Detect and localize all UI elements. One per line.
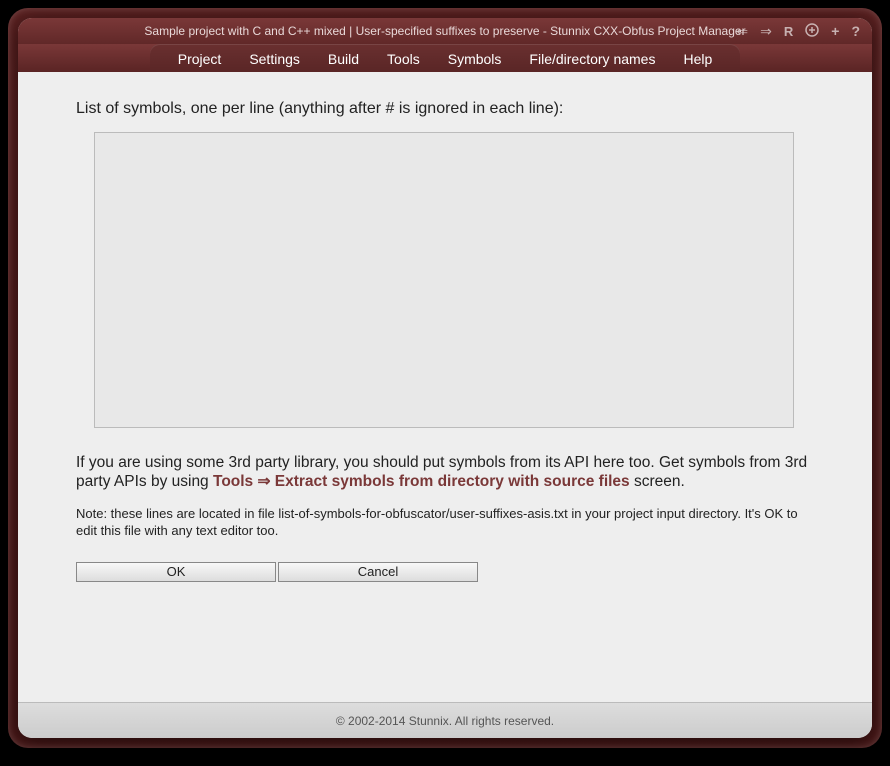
content-area: List of symbols, one per line (anything … <box>18 72 872 702</box>
symbols-textarea[interactable] <box>94 132 794 428</box>
menu-build[interactable]: Build <box>328 51 359 67</box>
menu-inner: Project Settings Build Tools Symbols Fil… <box>150 44 741 72</box>
footer: © 2002-2014 Stunnix. All rights reserved… <box>18 702 872 738</box>
symbols-label: List of symbols, one per line (anything … <box>76 100 814 118</box>
note-text: Note: these lines are located in file li… <box>76 506 814 540</box>
outer-frame: Sample project with C and C++ mixed | Us… <box>8 8 882 748</box>
window-frame: Sample project with C and C++ mixed | Us… <box>18 18 872 738</box>
extract-symbols-link[interactable]: Tools ⇒ Extract symbols from directory w… <box>213 473 630 490</box>
menu-help[interactable]: Help <box>683 51 712 67</box>
menu-bar: Project Settings Build Tools Symbols Fil… <box>18 44 872 72</box>
back-icon[interactable]: ⇐ <box>736 23 748 40</box>
copyright: © 2002-2014 Stunnix. All rights reserved… <box>336 714 554 728</box>
menu-project[interactable]: Project <box>178 51 222 67</box>
help-text: If you are using some 3rd party library,… <box>76 453 814 492</box>
button-row: OK Cancel <box>76 562 814 582</box>
menu-symbols[interactable]: Symbols <box>448 51 502 67</box>
ok-button[interactable]: OK <box>76 562 276 582</box>
cancel-button[interactable]: Cancel <box>278 562 478 582</box>
help-suffix: screen. <box>630 473 685 490</box>
help-icon[interactable]: ? <box>851 23 860 39</box>
menu-tools[interactable]: Tools <box>387 51 420 67</box>
menu-settings[interactable]: Settings <box>249 51 300 67</box>
title-bar: Sample project with C and C++ mixed | Us… <box>18 18 872 44</box>
add-circle-icon[interactable] <box>805 23 819 40</box>
title-icons: ⇐ ⇒ R + ? <box>736 23 860 40</box>
plus-icon[interactable]: + <box>831 23 839 39</box>
menu-file-directory-names[interactable]: File/directory names <box>529 51 655 67</box>
forward-icon[interactable]: ⇒ <box>760 23 772 40</box>
textarea-wrap <box>94 132 814 433</box>
reload-icon[interactable]: R <box>784 24 793 39</box>
